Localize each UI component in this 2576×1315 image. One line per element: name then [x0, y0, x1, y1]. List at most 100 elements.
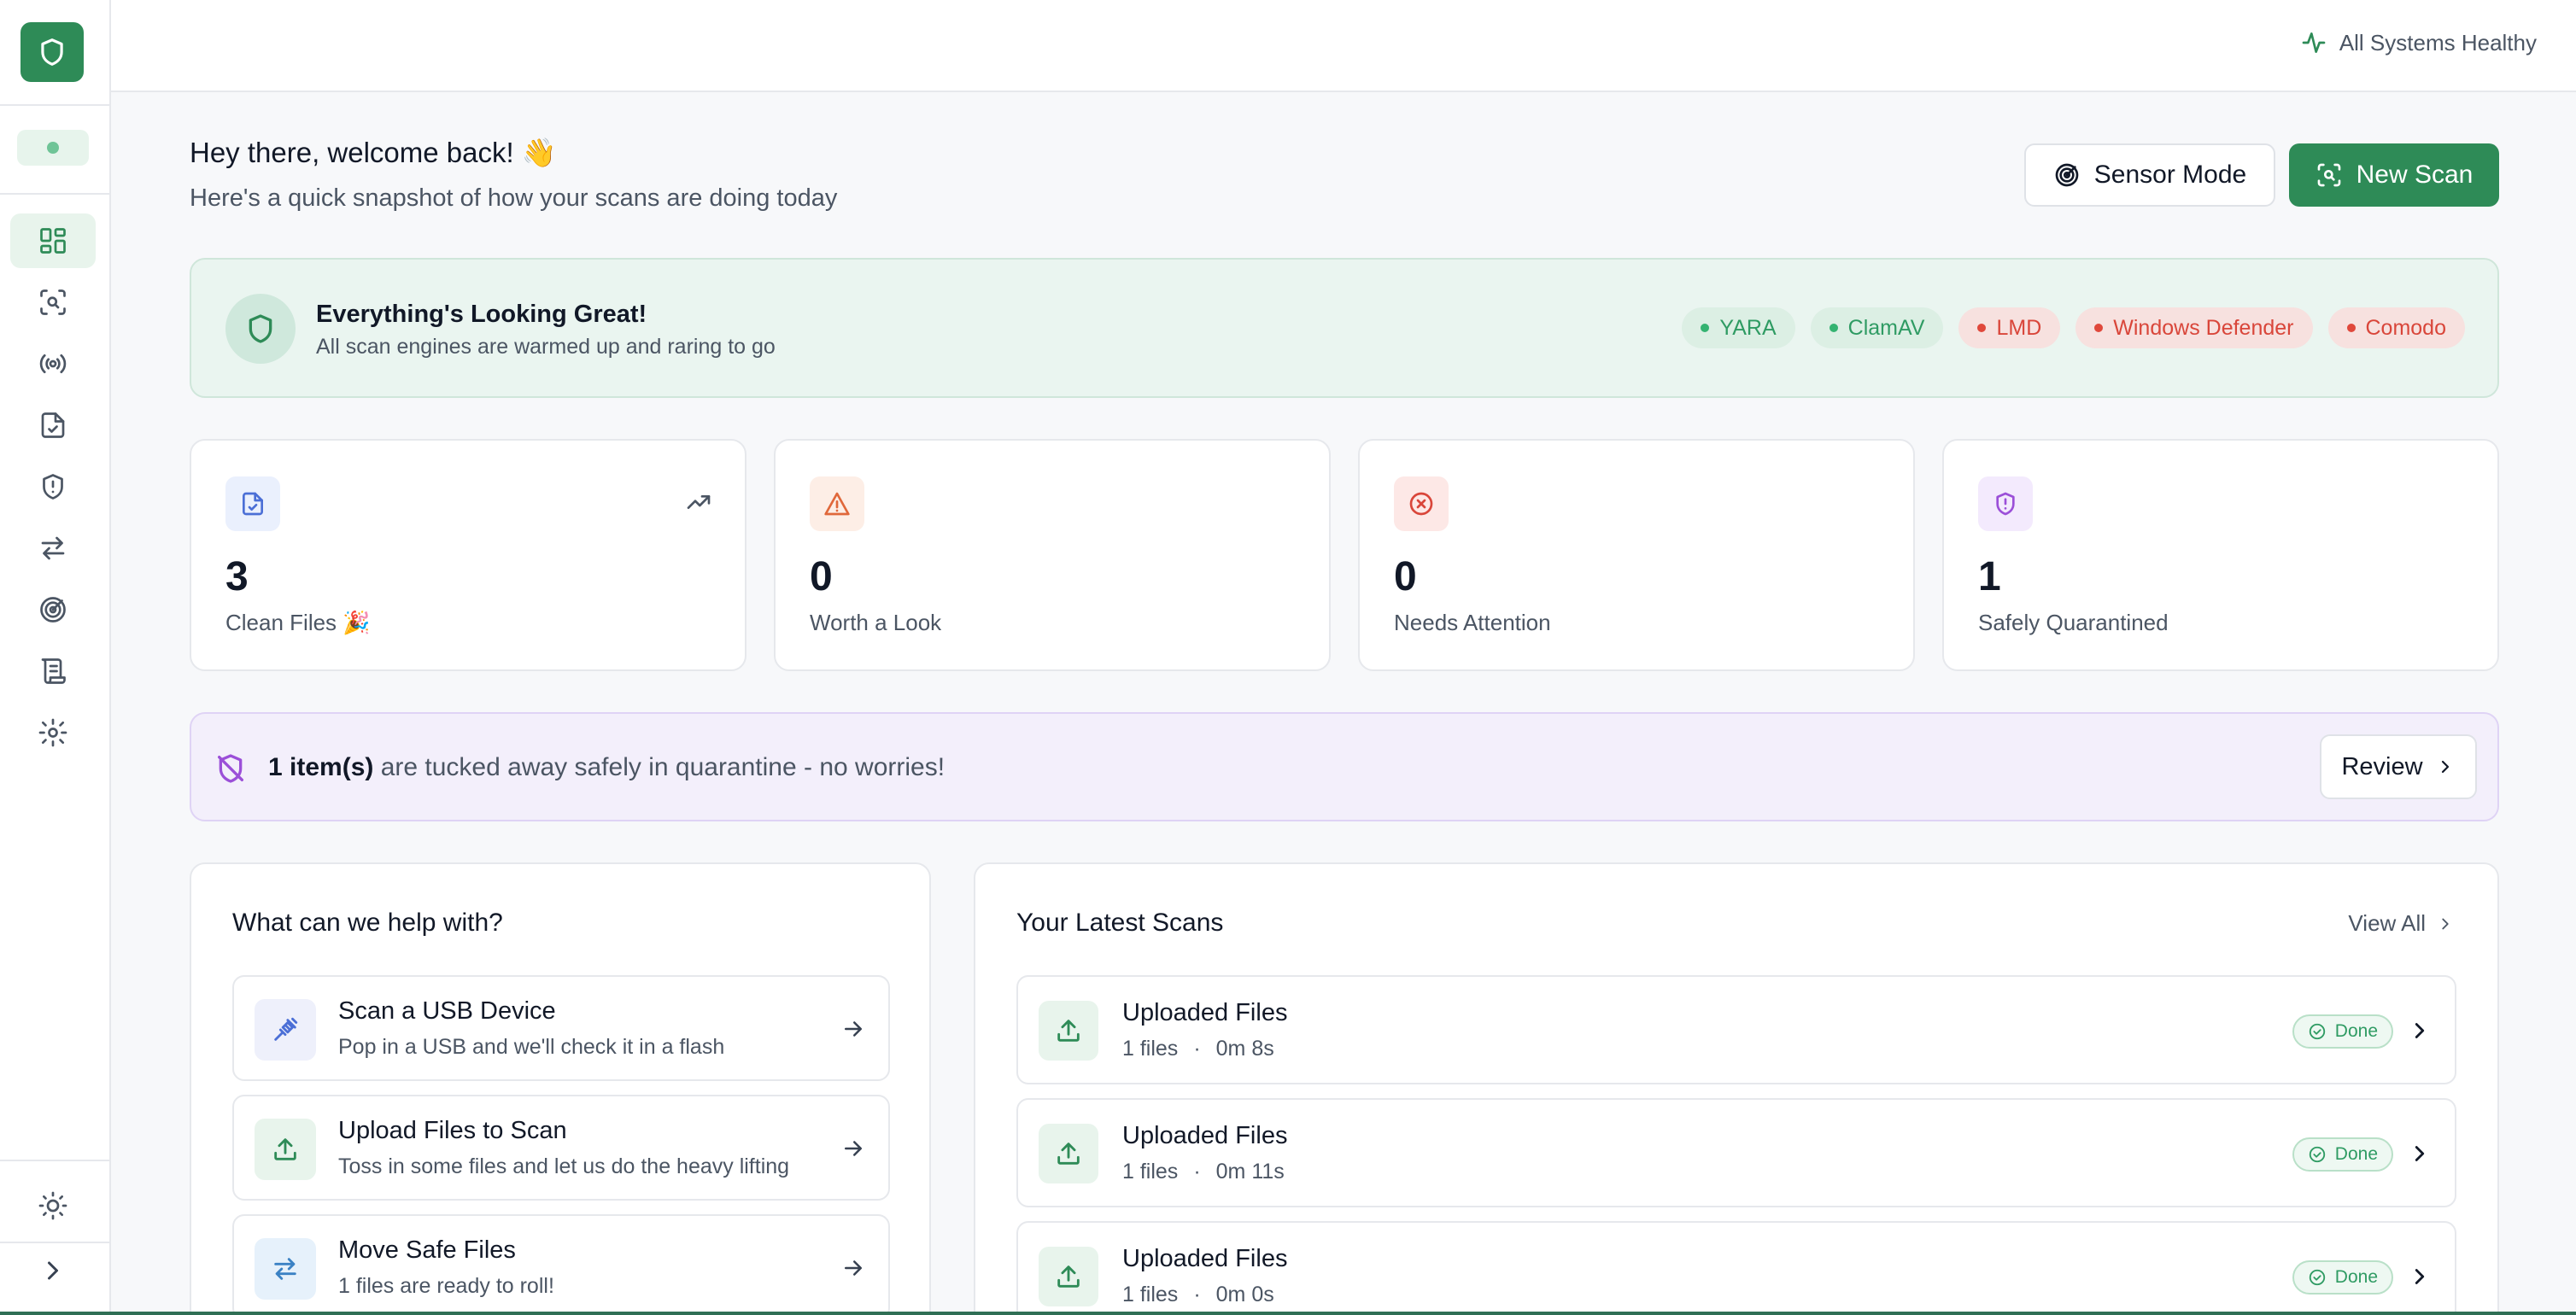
- action-subtitle: 1 files are ready to roll!: [338, 1274, 554, 1298]
- new-scan-button[interactable]: New Scan: [2289, 143, 2499, 207]
- dashboard-icon: [40, 228, 66, 254]
- quarantine-count: 1 item(s): [268, 753, 374, 781]
- check-circle-icon: [2309, 1023, 2325, 1040]
- action-subtitle: Toss in some files and let us do the hea…: [338, 1154, 790, 1178]
- engine-badge-clamav: ClamAV: [1810, 307, 1944, 348]
- review-button[interactable]: Review: [2320, 734, 2477, 799]
- arrow-right-icon: [845, 1260, 862, 1276]
- stat-label: Clean Files 🎉: [225, 610, 371, 635]
- shield-alert-icon: [1996, 492, 2015, 516]
- stat-card-needs-attention[interactable]: 0 Needs Attention: [1358, 439, 1915, 671]
- scan-usb-action[interactable]: Scan a USB Device Pop in a USB and we'll…: [232, 975, 890, 1081]
- status-dot: [2346, 324, 2356, 332]
- scan-meta: 1 files · 0m 8s: [1122, 1037, 1274, 1061]
- page-title: Hey there, welcome back! 👋: [190, 137, 557, 168]
- nav-settings[interactable]: [10, 705, 96, 760]
- check-circle-icon: [2309, 1269, 2325, 1286]
- review-label: Review: [2341, 752, 2423, 780]
- engine-list: YARA ClamAV LMD Windows Defender Comodo: [1682, 307, 2465, 348]
- action-icon-wrap: [255, 999, 316, 1061]
- upload-icon: [1057, 1143, 1080, 1165]
- sidebar-divider: [0, 104, 109, 106]
- scroll-icon: [41, 658, 66, 684]
- action-icon-wrap: [255, 1238, 316, 1300]
- status-dot: [1977, 324, 1987, 332]
- nav-quarantine[interactable]: [10, 459, 96, 514]
- sidebar: [0, 0, 111, 1315]
- upload-files-action[interactable]: Upload Files to Scan Toss in some files …: [232, 1095, 890, 1201]
- stat-icon-wrap: [810, 476, 864, 531]
- page-subtitle: Here's a quick snapshot of how your scan…: [190, 184, 838, 212]
- radar-icon: [2055, 163, 2079, 187]
- scan-title: Uploaded Files: [1122, 1122, 1288, 1149]
- shield-icon: [41, 38, 63, 66]
- help-title: What can we help with?: [232, 909, 503, 937]
- theme-toggle[interactable]: [10, 1178, 96, 1233]
- banner-subtitle: All scan engines are warmed up and rarin…: [316, 335, 776, 359]
- engine-badge-yara: YARA: [1682, 307, 1795, 348]
- nav-transfer[interactable]: [10, 521, 96, 576]
- scan-icon-wrap: [1039, 1124, 1098, 1184]
- scan-icon: [40, 289, 66, 315]
- stat-card-worth-a-look[interactable]: 0 Worth a Look: [774, 439, 1331, 671]
- expand-sidebar-button[interactable]: [10, 1243, 96, 1298]
- upload-icon: [1057, 1265, 1080, 1288]
- connection-status: [17, 130, 89, 166]
- shield-off-icon: [218, 754, 243, 783]
- status-dot: [47, 142, 59, 154]
- transfer-icon: [274, 1258, 296, 1280]
- view-all-label: View All: [2348, 910, 2426, 936]
- move-safe-files-action[interactable]: Move Safe Files 1 files are ready to rol…: [232, 1214, 890, 1315]
- scan-icon-wrap: [1039, 1247, 1098, 1306]
- shield-icon: [249, 314, 272, 343]
- x-circle-icon: [1409, 492, 1433, 516]
- warning-icon: [824, 492, 850, 516]
- scan-icon-wrap: [1039, 1001, 1098, 1061]
- banner-shield: [225, 294, 296, 364]
- scans-title: Your Latest Scans: [1016, 909, 1224, 937]
- activity-icon: [2302, 32, 2326, 53]
- sidebar-divider: [0, 193, 109, 195]
- chevron-right-icon: [2442, 918, 2449, 929]
- status-badge: Done: [2292, 1014, 2393, 1049]
- sensor-mode-button[interactable]: Sensor Mode: [2024, 143, 2275, 207]
- chevron-right-icon: [2415, 1269, 2425, 1284]
- action-title: Move Safe Files: [338, 1236, 516, 1264]
- engine-badge-lmd: LMD: [1958, 307, 2061, 348]
- stat-card-quarantined[interactable]: 1 Safely Quarantined: [1942, 439, 2499, 671]
- stat-card-clean[interactable]: 3 Clean Files 🎉: [190, 439, 746, 671]
- stat-label: Worth a Look: [810, 610, 942, 635]
- stat-icon-wrap: [1978, 476, 2033, 531]
- scan-title: Uploaded Files: [1122, 999, 1288, 1026]
- upload-icon: [274, 1138, 296, 1160]
- nav-logs[interactable]: [10, 644, 96, 698]
- nav-reports[interactable]: [10, 398, 96, 453]
- nav-dashboard[interactable]: [10, 213, 96, 268]
- scan-file-count: 1 files: [1122, 1283, 1179, 1306]
- nav-radar[interactable]: [10, 582, 96, 637]
- scan-row[interactable]: Uploaded Files 1 files · 0m 11s Done: [1016, 1098, 2456, 1207]
- scan-row[interactable]: Uploaded Files 1 files · 0m 0s Done: [1016, 1221, 2456, 1315]
- engine-name: YARA: [1719, 315, 1777, 340]
- trending-up-icon: [687, 495, 711, 509]
- file-check-icon: [243, 492, 263, 516]
- stat-label: Safely Quarantined: [1978, 610, 2169, 635]
- health-text: All Systems Healthy: [2339, 29, 2537, 56]
- scan-duration: 0m 11s: [1215, 1160, 1285, 1184]
- arrow-right-icon: [845, 1141, 862, 1156]
- scan-row[interactable]: Uploaded Files 1 files · 0m 8s Done: [1016, 975, 2456, 1084]
- status-dot: [1701, 324, 1710, 332]
- gear-icon: [38, 718, 67, 747]
- chevron-right-icon: [2441, 760, 2449, 774]
- help-panel: What can we help with? Scan a USB Device…: [190, 862, 931, 1315]
- nav-sensor[interactable]: [10, 336, 96, 391]
- engine-name: Windows Defender: [2113, 315, 2294, 340]
- view-all-link[interactable]: View All: [2348, 910, 2455, 937]
- engine-name: ClamAV: [1847, 315, 1925, 340]
- check-circle-icon: [2309, 1146, 2325, 1163]
- status-label: Done: [2334, 1021, 2378, 1041]
- app-logo[interactable]: [20, 22, 84, 82]
- nav-scan[interactable]: [10, 275, 96, 330]
- radar-icon: [40, 597, 66, 622]
- sensor-mode-label: Sensor Mode: [2093, 161, 2247, 189]
